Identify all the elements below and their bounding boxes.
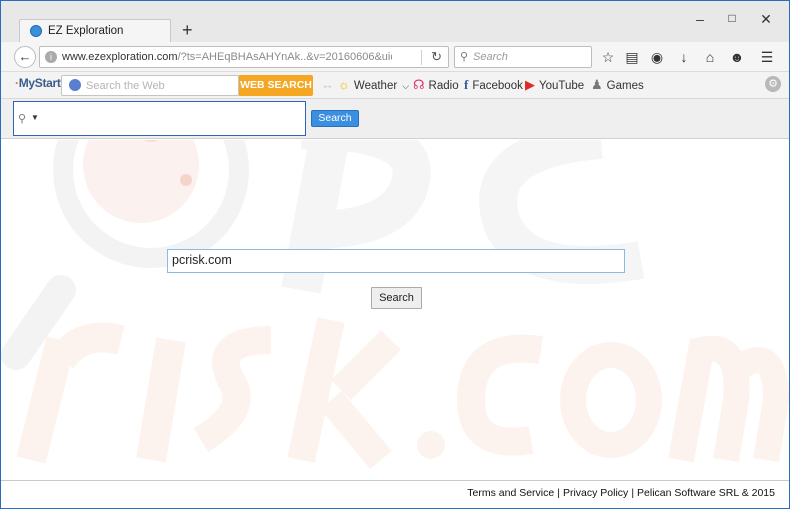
page-footer: Terms and Service | Privacy Policy | Pelican… [1,480,789,508]
toolbar-item-radio[interactable]: ☊ Radio [413,77,459,93]
footer-separator: | [557,487,560,499]
tab-title: EZ Exploration [48,25,124,37]
url-text: www.ezexploration.com/?ts=AHEqBHAsAHYnAk… [62,51,392,63]
terms-link[interactable]: Terms and Service [467,487,554,499]
main-search-input[interactable]: pcrisk.com [167,249,625,273]
globe-icon [30,25,42,37]
search-band: ⚲ ▼ Search [1,99,789,139]
search-icon: ⚲ [18,113,27,125]
menu-icon[interactable]: ☰ [758,48,776,66]
web-search-button[interactable]: WEB SEARCH [239,75,313,96]
bookmark-star-icon[interactable]: ☆ [599,48,617,66]
mystart-brand-text: MyStart [18,76,61,90]
browser-tab[interactable]: EZ Exploration [19,19,171,42]
youtube-label: YouTube [539,80,585,92]
browser-search-box[interactable]: ⚲ Search [454,46,592,68]
toolbar-item-weather[interactable]: ↔ ☼ Weather ⌵ [321,77,409,92]
title-bar: EZ Exploration + – □ ✕ [1,1,789,42]
chevron-down-icon[interactable]: ⌵ [402,81,409,91]
address-bar[interactable]: i www.ezexploration.com/?ts=AHEqBHAsAHYn… [39,46,449,68]
back-button[interactable]: ← [14,46,36,68]
toolbar-item-games[interactable]: ♟ Games [591,77,644,93]
pocket-icon[interactable]: ◉ [648,48,666,66]
url-host: www.ezexploration.com [62,51,178,63]
smiley-icon[interactable]: ☻ [728,48,746,66]
mystart-logo[interactable]: ·MyStart [15,76,61,90]
band-search-input[interactable]: ⚲ ▼ [13,101,306,136]
toolbar-item-facebook[interactable]: f Facebook [464,77,523,93]
footer-links: Terms and Service | Privacy Policy | Pelican… [467,487,775,499]
home-icon[interactable]: ⌂ [701,48,719,66]
toolbar-item-youtube[interactable]: ▶ YouTube [525,77,584,93]
reading-list-icon[interactable]: ▤ [623,48,641,66]
search-icon: ⚲ [460,51,469,63]
games-label: Games [606,80,644,92]
headphones-icon: ☊ [413,77,425,92]
sun-icon: ☼ [338,77,350,92]
page-content: pcrisk.com Search [1,140,789,480]
band-search-button[interactable]: Search [311,110,359,127]
navigation-bar: ← i www.ezexploration.com/?ts=AHEqBHAsAH… [1,42,789,72]
facebook-icon: f [464,77,469,92]
url-path: /?ts=AHEqBHAsAHYnAk..&v=20160606&uid=43A… [177,51,392,63]
radio-label: Radio [428,80,459,92]
search-icon [69,79,81,91]
minimize-button[interactable]: – [690,11,710,27]
arrows-icon: ↔ [321,77,334,92]
gear-icon[interactable]: ⚙ [765,76,781,92]
reload-icon[interactable]: ↻ [431,49,442,65]
maximize-button[interactable]: □ [722,11,742,25]
info-icon[interactable]: i [45,51,57,63]
url-divider [421,50,422,65]
weather-label: Weather [353,80,398,92]
main-search-button[interactable]: Search [371,287,422,309]
watermark-graphic [1,140,789,469]
download-icon[interactable]: ↓ [675,48,693,66]
youtube-icon: ▶ [525,77,535,92]
close-button[interactable]: ✕ [756,11,776,28]
facebook-label: Facebook [472,80,523,92]
browser-window: EZ Exploration + – □ ✕ ← i www.ezexplora… [0,0,790,509]
mystart-toolbar: ·MyStart Search the Web WEB SEARCH ↔ ☼ Wea… [1,72,789,99]
new-tab-button[interactable]: + [182,19,193,41]
privacy-link[interactable]: Privacy Policy [563,487,628,499]
chevron-down-icon[interactable]: ▼ [31,113,39,122]
footer-separator: | [631,487,635,499]
joystick-icon: ♟ [591,77,603,92]
copyright-text: Pelican Software SRL & 2015 [637,487,775,499]
toolbar-search-input[interactable]: Search the Web [61,75,239,96]
browser-search-placeholder: Search [473,51,508,63]
toolbar-search-placeholder: Search the Web [86,80,165,92]
